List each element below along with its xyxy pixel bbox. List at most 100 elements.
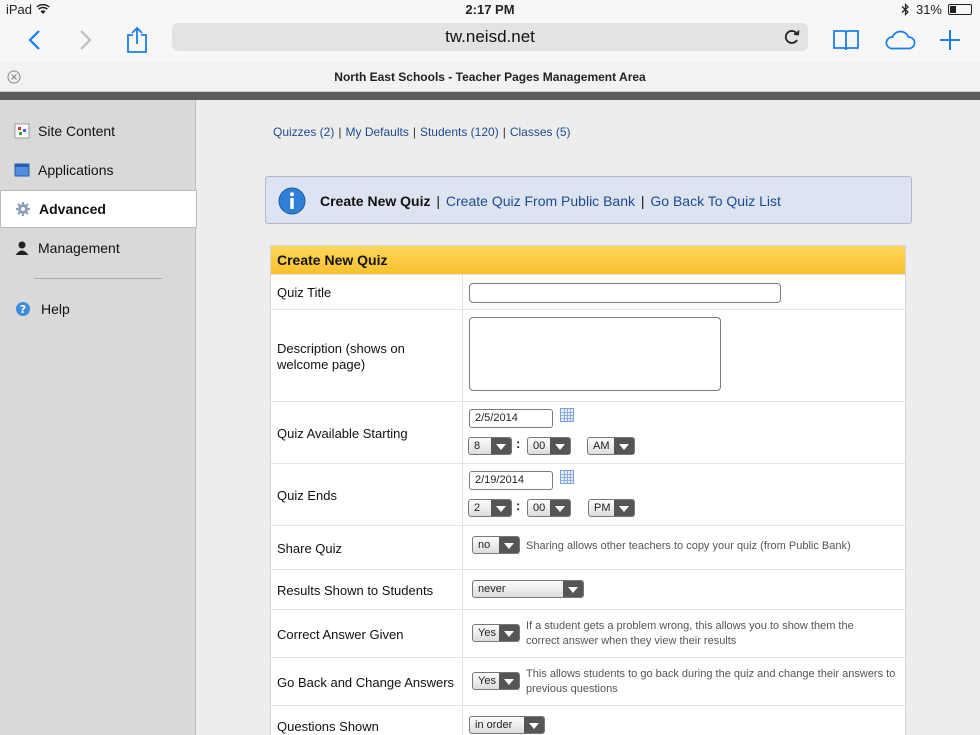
main-content: Quizzes (2) | My Defaults | Students (120) | C…	[197, 100, 980, 735]
address-bar[interactable]: tw.neisd.net	[172, 23, 808, 51]
go-back-select[interactable]: Yes	[472, 672, 520, 690]
reload-icon[interactable]	[782, 27, 802, 47]
sidebar-item-label: Applications	[38, 162, 114, 178]
gear-icon	[16, 202, 30, 216]
book-icon	[833, 30, 859, 51]
results-row: Results Shown to Students never	[271, 569, 905, 609]
go-back-label: Go Back and Change Answers	[277, 675, 455, 690]
calendar-icon[interactable]	[560, 408, 574, 422]
start-ampm-select[interactable]: AM	[587, 437, 635, 455]
battery-percent: 31%	[915, 2, 942, 17]
end-ampm-select[interactable]: PM	[588, 499, 635, 517]
bluetooth-icon	[901, 3, 909, 16]
start-row: Quiz Available Starting 2/5/2014 8 : 00 …	[271, 401, 905, 463]
start-minute-select[interactable]: 00	[527, 437, 571, 455]
description-row: Description (shows on welcome page)	[271, 309, 905, 401]
quicklinks: Quizzes (2) | My Defaults | Students (120) | C…	[273, 125, 571, 139]
chevron-left-icon	[28, 30, 40, 50]
sidebar-item-management[interactable]: Management	[0, 229, 196, 267]
sidebar-item-label: Help	[41, 301, 70, 317]
bookmarks-button[interactable]	[830, 24, 862, 56]
help-icon: ?	[16, 302, 30, 316]
go-back-row: Go Back and Change Answers Yes This allo…	[271, 657, 905, 705]
chevron-down-icon	[524, 717, 544, 733]
end-hour-select[interactable]: 2	[468, 499, 512, 517]
info-bar: Create New Quiz | Create Quiz From Publi…	[265, 176, 912, 224]
sidebar-item-site-content[interactable]: Site Content	[0, 112, 196, 150]
share-help-text: Sharing allows other teachers to copy yo…	[526, 540, 851, 552]
sidebar-item-help[interactable]: ? Help	[0, 290, 196, 328]
sidebar-item-label: Management	[38, 240, 120, 256]
classes-link[interactable]: Classes (5)	[510, 125, 571, 139]
sidebar: Site Content Applications Advanced Manag…	[0, 100, 197, 735]
quiz-title-label: Quiz Title	[277, 285, 332, 300]
questions-shown-row: Questions Shown in order	[271, 705, 905, 735]
tab-title[interactable]: North East Schools - Teacher Pages Manag…	[0, 70, 980, 84]
share-button[interactable]	[121, 24, 153, 56]
battery-icon	[948, 4, 972, 15]
description-textarea[interactable]	[469, 317, 721, 391]
end-row: Quiz Ends 2/19/2014 2 : 00 PM	[271, 463, 905, 525]
user-icon	[15, 241, 29, 255]
chevron-down-icon	[550, 438, 570, 454]
chevron-down-icon	[550, 500, 570, 516]
sidebar-item-applications[interactable]: Applications	[0, 151, 196, 189]
forward-button[interactable]	[70, 24, 102, 56]
applications-icon	[14, 163, 30, 177]
calendar-icon[interactable]	[560, 470, 574, 484]
browser-toolbar: tw.neisd.net	[0, 20, 980, 62]
questions-shown-label: Questions Shown	[277, 719, 379, 734]
share-select[interactable]: no	[472, 536, 520, 554]
chevron-down-icon	[563, 581, 583, 597]
info-icon	[278, 187, 306, 215]
correct-answer-select[interactable]: Yes	[472, 624, 520, 642]
chevron-down-icon	[499, 625, 519, 641]
tab-bar: North East Schools - Teacher Pages Manag…	[0, 62, 980, 92]
site-header-strip	[0, 92, 980, 100]
back-to-quiz-list-link[interactable]: Go Back To Quiz List	[650, 193, 780, 209]
correct-answer-row: Correct Answer Given Yes If a student ge…	[271, 609, 905, 657]
chevron-down-icon	[614, 438, 634, 454]
status-bar: iPad 2:17 PM 31%	[0, 0, 980, 20]
site-content-icon	[14, 123, 30, 139]
students-link[interactable]: Students (120)	[420, 125, 499, 139]
my-defaults-link[interactable]: My Defaults	[345, 125, 408, 139]
new-tab-button[interactable]	[934, 24, 966, 56]
chevron-down-icon	[499, 537, 519, 553]
end-minute-select[interactable]: 00	[527, 499, 571, 517]
chevron-down-icon	[491, 438, 511, 454]
results-select[interactable]: never	[472, 580, 584, 598]
correct-answer-help-text: If a student gets a problem wrong, this …	[526, 620, 854, 647]
svg-text:?: ?	[20, 303, 26, 316]
current-action-label: Create New Quiz	[320, 193, 431, 209]
quiz-title-input[interactable]	[469, 283, 781, 303]
questions-shown-select[interactable]: in order	[469, 716, 545, 734]
form-header: Create New Quiz	[271, 246, 905, 274]
create-from-public-bank-link[interactable]: Create Quiz From Public Bank	[446, 193, 635, 209]
chevron-down-icon	[499, 673, 519, 689]
start-label: Quiz Available Starting	[277, 426, 408, 441]
end-date-input[interactable]: 2/19/2014	[469, 471, 553, 490]
correct-answer-label: Correct Answer Given	[277, 627, 404, 642]
quiz-title-row: Quiz Title	[271, 274, 905, 309]
start-date-input[interactable]: 2/5/2014	[469, 409, 553, 428]
sidebar-divider	[34, 278, 162, 279]
url-text: tw.neisd.net	[445, 27, 535, 46]
clock: 2:17 PM	[465, 2, 515, 17]
quizzes-link[interactable]: Quizzes (2)	[273, 125, 334, 139]
share-icon	[127, 26, 147, 53]
description-label: Description (shows on welcome page)	[277, 341, 405, 372]
create-quiz-form: Create New Quiz Quiz Title Description (…	[270, 245, 906, 735]
icloud-tabs-button[interactable]	[884, 24, 916, 56]
sidebar-item-label: Advanced	[39, 201, 106, 217]
start-hour-select[interactable]: 8	[468, 437, 512, 455]
chevron-right-icon	[80, 30, 92, 50]
share-label: Share Quiz	[277, 541, 343, 556]
sidebar-item-label: Site Content	[38, 123, 116, 139]
go-back-help-text: This allows students to go back during t…	[526, 668, 896, 695]
back-button[interactable]	[18, 24, 50, 56]
plus-icon	[940, 30, 960, 50]
share-row: Share Quiz no Sharing allows other teach…	[271, 525, 905, 569]
results-label: Results Shown to Students	[277, 583, 434, 598]
sidebar-item-advanced[interactable]: Advanced	[0, 190, 197, 228]
